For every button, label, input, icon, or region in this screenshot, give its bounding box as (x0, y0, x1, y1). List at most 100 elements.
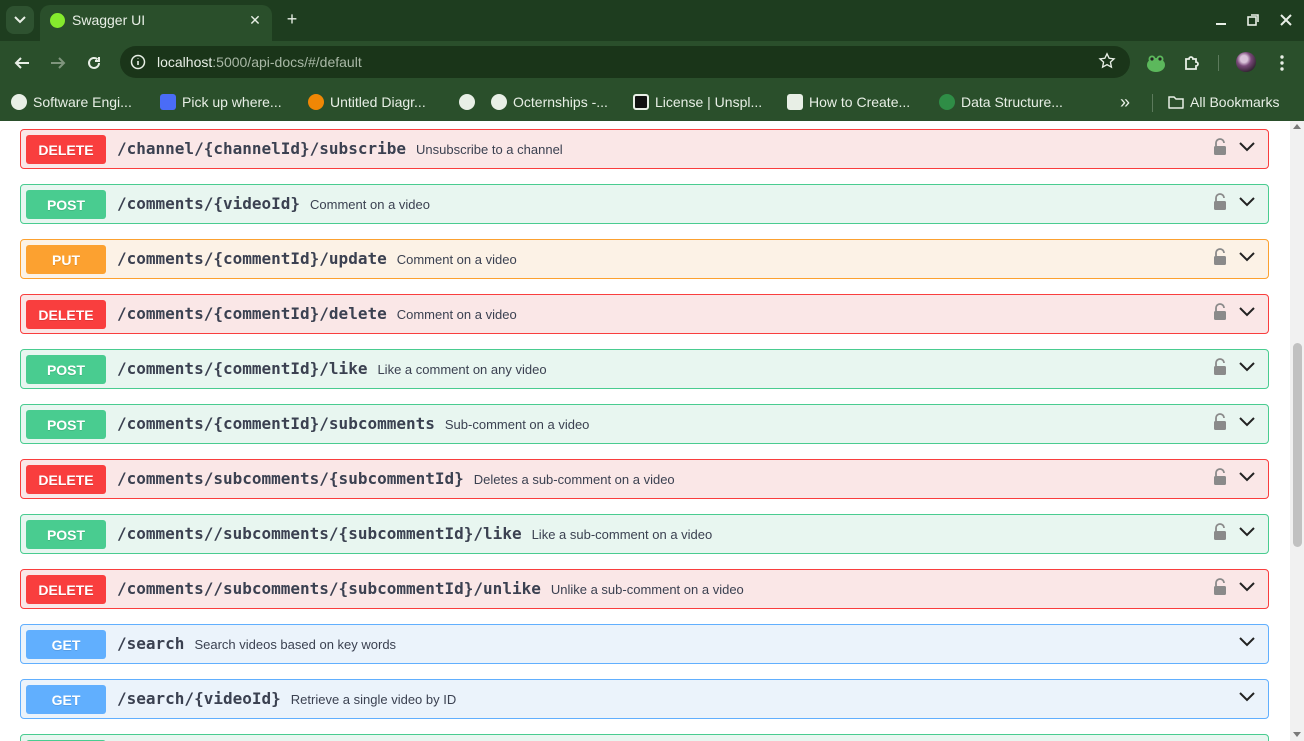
method-badge: POST (26, 410, 106, 439)
browser-tab[interactable]: Swagger UI ✕ (40, 5, 272, 41)
method-badge: DELETE (26, 465, 106, 494)
tab-strip: Swagger UI ✕ + (0, 0, 1304, 41)
operation-path: /channel/{channelId}/subscribe Unsubscrib… (117, 139, 563, 158)
geeksforgeeks-icon (939, 94, 955, 110)
operation-summary: Like a comment on any video (377, 362, 547, 377)
forward-button[interactable] (46, 51, 70, 75)
scroll-down-arrow-icon[interactable] (1293, 732, 1301, 737)
bookmark-item[interactable]: Octernships -... (491, 92, 608, 112)
address-bar[interactable]: localhost:5000/api-docs/#/default (120, 46, 1130, 78)
operation-post[interactable]: POST/comments/{commentId}/subcomments Sub… (20, 404, 1269, 444)
all-bookmarks-button[interactable]: All Bookmarks (1168, 92, 1279, 112)
lock-icon[interactable] (1212, 413, 1228, 431)
bookmark-star-icon[interactable] (1098, 52, 1116, 70)
operation-post[interactable]: POST/comments//subcomments/{subcommentId… (20, 514, 1269, 554)
bookmark-item[interactable]: How to Create... (787, 92, 910, 112)
method-badge: GET (26, 630, 106, 659)
operation-path: /comments/{videoId} Comment on a video (117, 194, 430, 213)
operation-partial[interactable] (20, 734, 1269, 741)
github-icon (491, 94, 507, 110)
path-text: /comments/{commentId}/update (117, 249, 387, 268)
operation-path: /comments//subcomments/{subcommentId}/li… (117, 524, 712, 543)
close-icon (1280, 14, 1292, 26)
path-text: /comments/subcomments/{subcommentId} (117, 469, 464, 488)
operation-summary: Search videos based on key words (194, 637, 397, 652)
operation-delete[interactable]: DELETE/comments/subcomments/{subcommentI… (20, 459, 1269, 499)
method-badge: POST (26, 355, 106, 384)
bookmarks-separator (1152, 94, 1153, 112)
operation-post[interactable]: POST/comments/{videoId} Comment on a vide… (20, 184, 1269, 224)
operation-summary: Comment on a video (396, 307, 517, 322)
close-window-button[interactable] (1275, 9, 1297, 31)
new-tab-button[interactable]: + (282, 10, 302, 30)
chevron-down-icon[interactable] (1238, 416, 1256, 428)
page-scrollbar[interactable] (1290, 121, 1304, 741)
chevron-down-icon[interactable] (1238, 196, 1256, 208)
operation-summary: Retrieve a single video by ID (290, 692, 457, 707)
chevron-down-icon[interactable] (1238, 526, 1256, 538)
swagger-page: DELETE/channel/{channelId}/subscribe Unsu… (0, 121, 1290, 741)
bookmark-item[interactable]: Data Structure... (939, 92, 1063, 112)
toolbar-separator (1218, 55, 1219, 71)
method-badge: POST (26, 190, 106, 219)
chevron-down-icon[interactable] (1238, 306, 1256, 318)
method-badge: DELETE (26, 135, 106, 164)
close-tab-icon[interactable]: ✕ (246, 11, 264, 29)
scrollbar-thumb[interactable] (1293, 343, 1302, 547)
restore-button[interactable] (1242, 9, 1264, 31)
chevron-down-icon[interactable] (1238, 471, 1256, 483)
operation-post[interactable]: POST/comments/{commentId}/like Like a com… (20, 349, 1269, 389)
chevron-down-icon[interactable] (1238, 361, 1256, 373)
operation-path: /comments/{commentId}/subcomments Sub-com… (117, 414, 589, 433)
more-menu-icon[interactable] (1271, 52, 1293, 74)
tab-search-button[interactable] (6, 6, 34, 34)
lock-icon[interactable] (1212, 303, 1228, 321)
operation-summary: Comment on a video (396, 252, 517, 267)
lock-icon[interactable] (1212, 193, 1228, 211)
minimize-button[interactable] (1210, 9, 1232, 31)
frog-extension-icon[interactable] (1145, 52, 1167, 74)
lock-icon[interactable] (1212, 523, 1228, 541)
bookmark-item[interactable] (459, 92, 481, 112)
drawio-icon (308, 94, 324, 110)
url-text[interactable]: localhost:5000/api-docs/#/default (157, 54, 362, 70)
operation-delete[interactable]: DELETE/channel/{channelId}/subscribe Unsu… (20, 129, 1269, 169)
operation-delete[interactable]: DELETE/comments/{commentId}/delete Commen… (20, 294, 1269, 334)
chevron-down-icon[interactable] (1238, 691, 1256, 703)
operation-path: /search Search videos based on key words (117, 634, 396, 653)
bookmark-item[interactable]: Untitled Diagr... (308, 92, 426, 112)
path-text: /comments//subcomments/{subcommentId}/un… (117, 579, 541, 598)
url-path: :5000/api-docs/#/default (212, 54, 362, 70)
operation-get[interactable]: GET/search/{videoId} Retrieve a single vi… (20, 679, 1269, 719)
path-text: /search/{videoId} (117, 689, 281, 708)
method-badge: DELETE (26, 300, 106, 329)
bookmark-item[interactable]: Pick up where... (160, 92, 282, 112)
bookmarks-overflow-button[interactable]: » (1120, 92, 1130, 112)
operation-delete[interactable]: DELETE/comments//subcomments/{subcomment… (20, 569, 1269, 609)
lock-icon[interactable] (1212, 248, 1228, 266)
medium-icon (787, 94, 803, 110)
bookmark-item[interactable]: License | Unspl... (633, 92, 762, 112)
method-badge: DELETE (26, 575, 106, 604)
site-info-icon[interactable] (130, 54, 146, 70)
lock-icon[interactable] (1212, 358, 1228, 376)
operation-get[interactable]: GET/search Search videos based on key wor… (20, 624, 1269, 664)
extensions-puzzle-icon[interactable] (1181, 52, 1203, 74)
reload-button[interactable] (82, 51, 106, 75)
chevron-down-icon[interactable] (1238, 581, 1256, 593)
lock-icon[interactable] (1212, 578, 1228, 596)
operation-path: /comments/subcomments/{subcommentId} Dele… (117, 469, 675, 488)
chevron-down-icon[interactable] (1238, 141, 1256, 153)
chevron-down-icon (14, 16, 26, 24)
lock-icon[interactable] (1212, 468, 1228, 486)
arrow-right-icon (51, 57, 66, 69)
lock-icon[interactable] (1212, 138, 1228, 156)
profile-avatar[interactable] (1236, 52, 1256, 72)
chevron-down-icon[interactable] (1238, 636, 1256, 648)
operation-put[interactable]: PUT/comments/{commentId}/update Comment o… (20, 239, 1269, 279)
chevron-down-icon[interactable] (1238, 251, 1256, 263)
bookmark-item[interactable]: Software Engi... (11, 92, 132, 112)
unsplash-icon (633, 94, 649, 110)
scroll-up-arrow-icon[interactable] (1293, 124, 1301, 129)
back-button[interactable] (10, 51, 34, 75)
